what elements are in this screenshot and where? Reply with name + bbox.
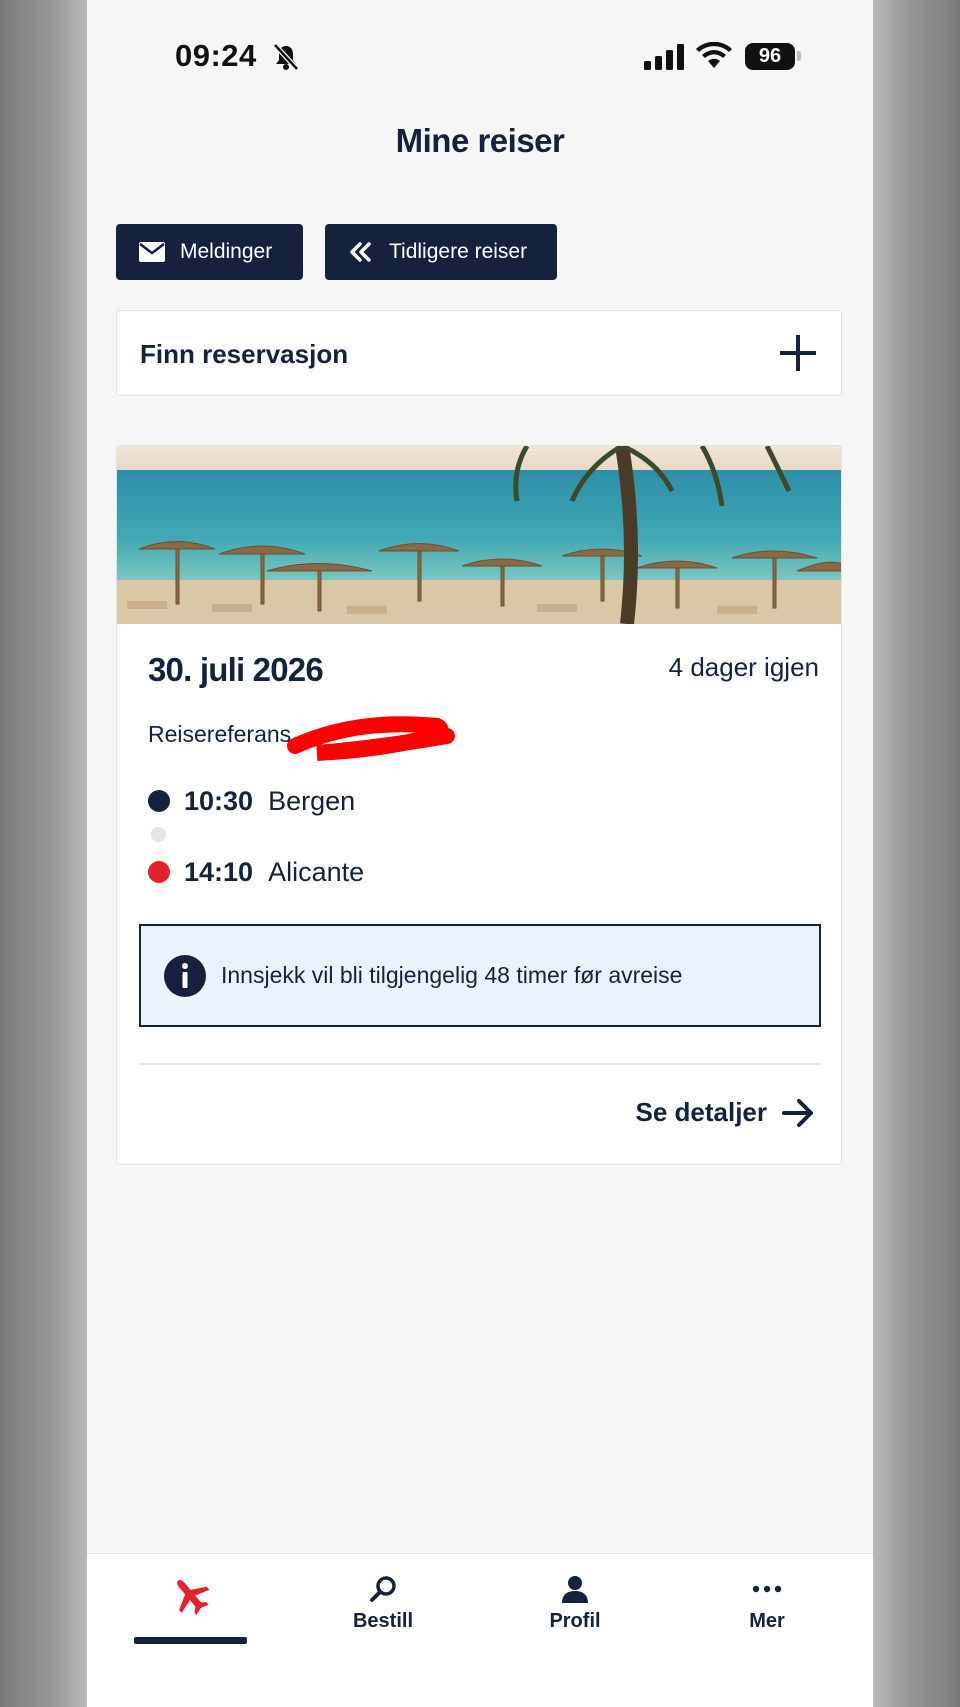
search-icon <box>370 1576 396 1602</box>
arrival-city: Alicante <box>268 856 365 887</box>
active-tab-indicator <box>134 1637 247 1644</box>
battery-indicator: 96 <box>745 43 795 70</box>
tab-profil[interactable]: Profil <box>500 1554 650 1674</box>
see-details-link[interactable]: Se detaljer <box>635 1097 815 1128</box>
plus-icon[interactable] <box>778 333 818 373</box>
tab-profil-label: Profil <box>549 1610 601 1632</box>
arrival-dot <box>148 861 170 883</box>
person-icon <box>562 1576 588 1603</box>
departure-stop: 10:30 Bergen <box>148 781 355 821</box>
bottom-tab-bar: Bestill Profil Mer <box>87 1553 873 1707</box>
info-icon <box>164 954 206 997</box>
envelope-icon <box>139 242 165 262</box>
status-time: 09:24 <box>175 38 257 73</box>
tab-bestill-label: Bestill <box>352 1610 414 1632</box>
double-chevron-left-icon <box>350 242 371 262</box>
see-details-label: Se detaljer <box>635 1097 767 1127</box>
trip-countdown: 4 dager igjen <box>668 652 819 682</box>
route-connector-dot <box>151 827 166 842</box>
messages-button[interactable]: Meldinger <box>116 224 303 280</box>
checkin-info-text: Innsjekk vil bli tilgjengelig 48 timer f… <box>221 962 683 988</box>
messages-label: Meldinger <box>180 240 273 263</box>
more-icon <box>752 1585 782 1593</box>
redaction-scribble <box>287 716 455 761</box>
card-divider <box>139 1063 821 1065</box>
previous-trips-button[interactable]: Tidligere reiser <box>325 224 557 280</box>
page-title: Mine reiser <box>395 122 565 159</box>
departure-time: 10:30 <box>184 785 254 816</box>
find-reservation-label: Finn reservasjon <box>140 339 349 369</box>
page-header: Mine reiser <box>87 115 873 179</box>
booking-reference-label: Reisereferans <box>148 721 292 747</box>
wifi-icon <box>696 42 732 68</box>
status-bar: 09:24 96 <box>87 0 873 115</box>
arrival-time: 14:10 <box>184 856 254 887</box>
checkin-info-box: Innsjekk vil bli tilgjengelig 48 timer f… <box>139 924 821 1027</box>
silent-bell-icon <box>273 43 299 71</box>
arrival-stop: 14:10 Alicante <box>148 852 364 892</box>
battery-tip <box>797 51 801 61</box>
tab-trips[interactable] <box>116 1554 266 1674</box>
find-reservation-panel[interactable]: Finn reservasjon <box>116 310 842 396</box>
destination-beach-image <box>117 446 841 624</box>
trip-date: 30. juli 2026 <box>148 651 324 688</box>
signal-icon <box>644 44 684 70</box>
departure-dot <box>148 790 170 812</box>
phone-screen: 09:24 96 Mine reiser Meldinger Tidligere… <box>87 0 873 1707</box>
previous-trips-label: Tidligere reiser <box>389 240 528 263</box>
tab-mer[interactable]: Mer <box>692 1554 842 1674</box>
tab-mer-label: Mer <box>749 1610 785 1632</box>
arrow-right-icon <box>782 1098 813 1127</box>
plane-icon <box>177 1580 210 1615</box>
tab-bestill[interactable]: Bestill <box>308 1554 458 1674</box>
trip-card[interactable]: 30. juli 2026 4 dager igjen Reisereferan… <box>116 445 842 1165</box>
departure-city: Bergen <box>268 785 356 816</box>
